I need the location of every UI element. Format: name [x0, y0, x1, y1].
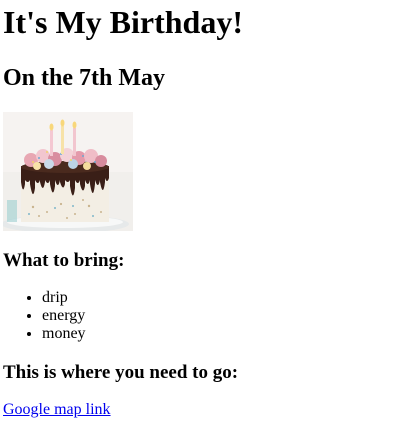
- location-heading: This is where you need to go:: [3, 362, 239, 383]
- cake-image: [3, 112, 133, 231]
- birthday-cake-image: [3, 112, 133, 231]
- list-item: drip: [42, 289, 412, 307]
- event-date: On the 7th May: [3, 65, 165, 91]
- google-map-link[interactable]: Google map link: [3, 400, 111, 420]
- list-item: energy: [42, 307, 412, 325]
- page-title: It's My Birthday!: [3, 4, 243, 40]
- bring-heading: What to bring:: [3, 250, 125, 271]
- page: It's My Birthday! On the 7th May What to…: [0, 0, 412, 420]
- list-item: money: [42, 325, 412, 343]
- bring-list: drip energy money: [3, 289, 412, 343]
